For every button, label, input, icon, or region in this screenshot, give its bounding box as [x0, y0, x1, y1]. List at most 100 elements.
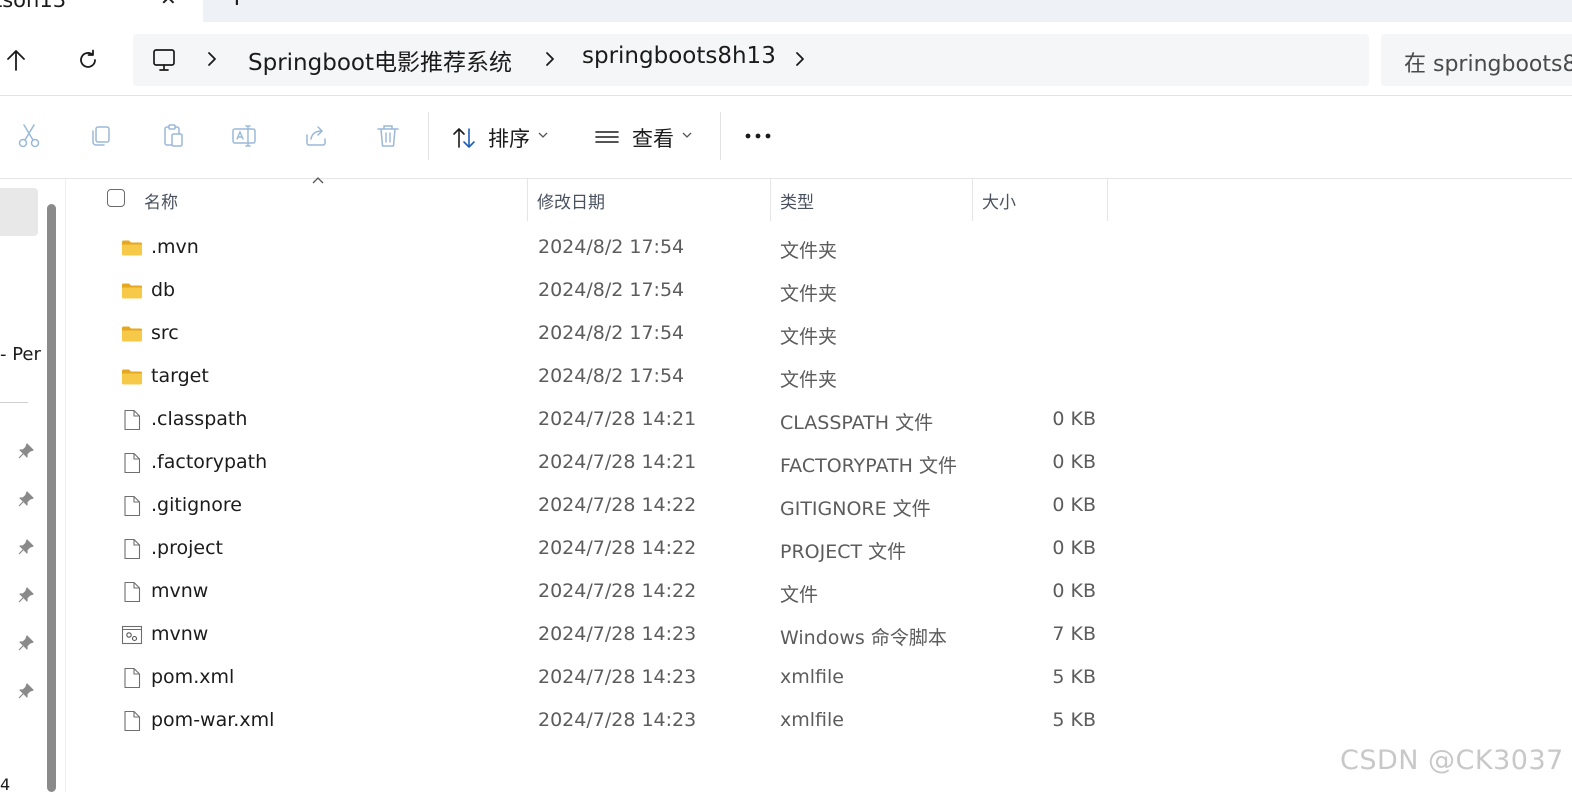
file-row[interactable]: .classpath 2024/7/28 14:21 CLASSPATH 文件 0 K… [66, 399, 1572, 442]
pin-icon[interactable] [18, 443, 34, 459]
command-bar: 排序 查看 [0, 96, 1572, 179]
script-file-icon [121, 624, 143, 646]
breadcrumb-folder[interactable]: springboots8h13 [582, 43, 776, 69]
chevron-down-icon [538, 132, 548, 138]
nav-item-label[interactable]: 4 [0, 775, 10, 794]
file-name: .project [151, 537, 223, 559]
column-header-modified[interactable]: 修改日期 [537, 188, 605, 213]
up-button[interactable] [2, 46, 30, 74]
file-size: 7 KB [1052, 623, 1096, 645]
file-modified: 2024/7/28 14:22 [538, 580, 697, 602]
file-row[interactable]: mvnw 2024/7/28 14:22 文件 0 KB [66, 571, 1572, 614]
toolbar-divider [720, 112, 721, 160]
view-button[interactable]: 查看 [594, 123, 692, 153]
file-type: CLASSPATH 文件 [780, 412, 934, 434]
sort-icon [453, 128, 475, 148]
address-row: Springboot电影推荐系统 springboots8h13 在 sprin… [0, 22, 1572, 96]
file-icon [121, 710, 143, 732]
column-header-type[interactable]: 类型 [780, 188, 814, 213]
nav-scrollbar-thumb[interactable] [47, 204, 56, 792]
paste-icon[interactable] [160, 123, 186, 149]
tab-active[interactable]: tson13 ✕ [0, 0, 203, 22]
this-pc-icon [153, 49, 175, 71]
pin-icon[interactable] [18, 491, 34, 507]
file-row[interactable]: .project 2024/7/28 14:22 PROJECT 文件 0 KB [66, 528, 1572, 571]
delete-icon[interactable] [375, 123, 401, 149]
close-tab-icon[interactable]: ✕ [160, 0, 177, 10]
file-list: 名称 修改日期 类型 大小 .mvn 2024/8/2 17:54 文件夹 db 202… [66, 177, 1572, 792]
breadcrumb-project[interactable]: Springboot电影推荐系统 [248, 43, 512, 77]
title-bar: tson13 ✕ + [0, 0, 1572, 22]
file-type: xmlfile [780, 666, 844, 688]
navigation-pane: - Per 4 [0, 179, 62, 794]
tab-title: tson13 [0, 0, 67, 12]
select-all-checkbox[interactable] [107, 189, 125, 207]
file-type: PROJECT 文件 [780, 541, 907, 563]
file-row[interactable]: mvnw 2024/7/28 14:23 Windows 命令脚本 7 KB [66, 614, 1572, 657]
folder-icon [121, 366, 143, 388]
file-size: 0 KB [1052, 408, 1096, 430]
column-divider[interactable] [770, 179, 771, 221]
file-name: target [151, 365, 209, 387]
column-divider[interactable] [527, 179, 528, 221]
chevron-right-icon[interactable] [793, 50, 807, 68]
column-header-size[interactable]: 大小 [982, 188, 1016, 213]
file-size: 5 KB [1052, 666, 1096, 688]
pin-icon[interactable] [18, 587, 34, 603]
search-placeholder: 在 springboots8h13 中搜索 [1404, 52, 1572, 77]
file-type: 文件夹 [780, 326, 838, 348]
file-row[interactable]: .gitignore 2024/7/28 14:22 GITIGNORE 文件 0 K… [66, 485, 1572, 528]
nav-item-label[interactable]: - Per [0, 344, 41, 365]
file-name: .gitignore [151, 494, 242, 516]
file-icon [121, 452, 143, 474]
file-modified: 2024/8/2 17:54 [538, 236, 685, 258]
column-divider[interactable] [1107, 179, 1108, 221]
file-row[interactable]: src 2024/8/2 17:54 文件夹 [66, 313, 1572, 356]
new-tab-button[interactable]: + [226, 0, 248, 12]
column-header-name[interactable]: 名称 [144, 188, 178, 213]
column-divider[interactable] [972, 179, 973, 221]
sort-button[interactable]: 排序 [452, 123, 548, 153]
address-bar[interactable]: Springboot电影推荐系统 springboots8h13 [133, 34, 1369, 86]
file-row[interactable]: db 2024/8/2 17:54 文件夹 [66, 270, 1572, 313]
file-size: 0 KB [1052, 537, 1096, 559]
share-icon[interactable] [303, 123, 329, 149]
arrow-up-icon [7, 50, 25, 71]
folder-icon [121, 323, 143, 345]
file-row[interactable]: .factorypath 2024/7/28 14:21 FACTORYPATH 文… [66, 442, 1572, 485]
pin-icon[interactable] [18, 539, 34, 555]
file-modified: 2024/8/2 17:54 [538, 365, 685, 387]
toolbar-divider [428, 112, 429, 160]
pin-icon[interactable] [18, 635, 34, 651]
column-header-row: 名称 修改日期 类型 大小 [66, 177, 1572, 221]
file-size: 0 KB [1052, 451, 1096, 473]
file-modified: 2024/7/28 14:23 [538, 666, 697, 688]
file-name: db [151, 279, 176, 301]
nav-divider [0, 402, 28, 403]
file-type: 文件夹 [780, 283, 838, 305]
file-icon [121, 409, 143, 431]
more-options-icon[interactable] [742, 122, 774, 150]
file-type: 文件夹 [780, 240, 838, 262]
file-modified: 2024/7/28 14:22 [538, 537, 697, 559]
pin-icon[interactable] [18, 683, 34, 699]
file-modified: 2024/7/28 14:23 [538, 623, 697, 645]
chevron-right-icon[interactable] [205, 50, 219, 68]
file-row[interactable]: target 2024/8/2 17:54 文件夹 [66, 356, 1572, 399]
file-name: src [151, 322, 179, 344]
file-row[interactable]: pom.xml 2024/7/28 14:23 xmlfile 5 KB [66, 657, 1572, 700]
file-row[interactable]: pom-war.xml 2024/7/28 14:23 xmlfile 5 KB [66, 700, 1572, 743]
copy-icon[interactable] [88, 123, 114, 149]
rename-icon[interactable] [231, 123, 257, 149]
file-type: xmlfile [780, 709, 844, 731]
file-size: 0 KB [1052, 580, 1096, 602]
nav-item-selected[interactable] [0, 188, 38, 236]
chevron-right-icon[interactable] [543, 50, 557, 68]
refresh-button[interactable] [74, 46, 102, 74]
file-type: GITIGNORE 文件 [780, 498, 931, 520]
search-input[interactable]: 在 springboots8h13 中搜索 [1381, 34, 1572, 86]
watermark: CSDN @CK3037 [1340, 745, 1564, 776]
chevron-down-icon [682, 132, 692, 138]
file-row[interactable]: .mvn 2024/8/2 17:54 文件夹 [66, 227, 1572, 270]
cut-icon[interactable] [16, 123, 42, 149]
